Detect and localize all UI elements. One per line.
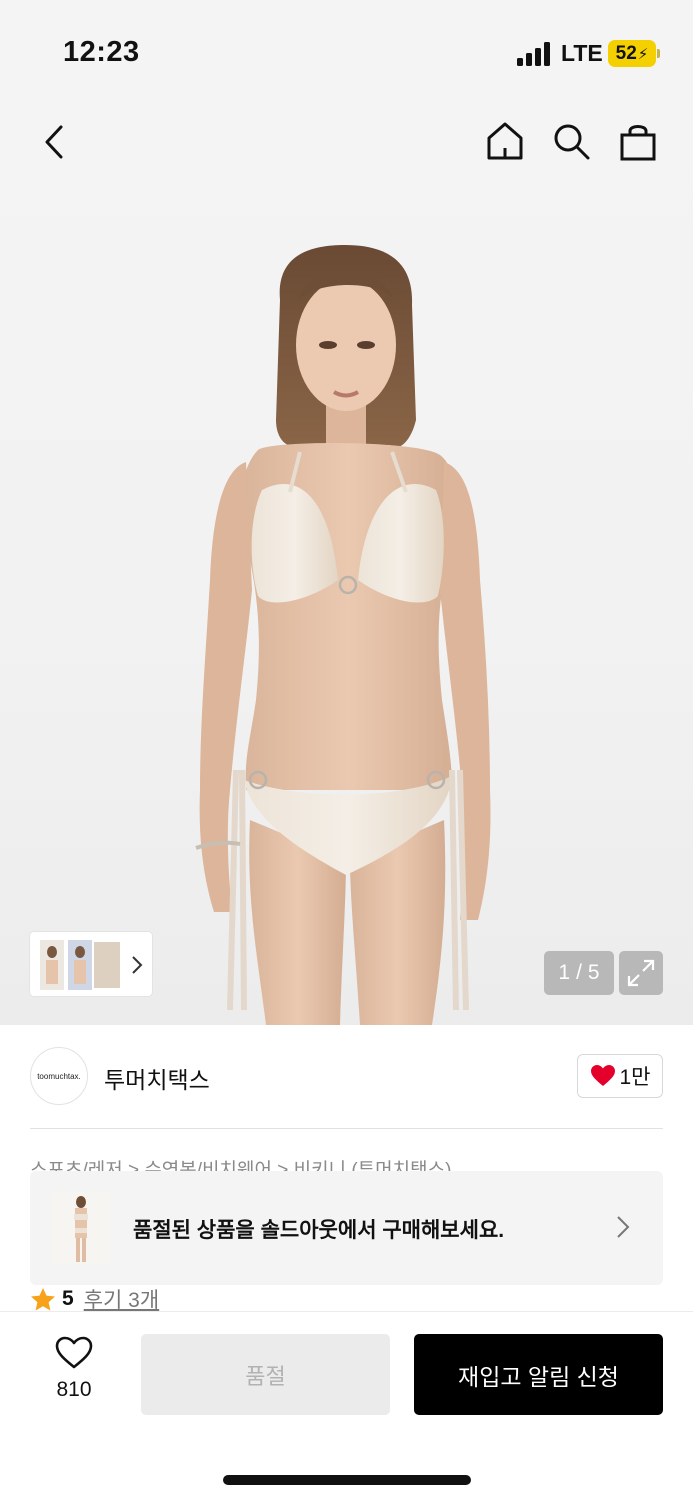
soldout-banner-text: 품절된 상품을 솔드아웃에서 구매해보세요. [133, 1219, 505, 1242]
brand-logo[interactable]: toomuchtax. [30, 1047, 88, 1105]
battery-icon: 52 ⚡ [608, 40, 656, 67]
battery-level: 52 [615, 42, 637, 64]
total-pages: 5 [587, 961, 600, 984]
chevron-right-icon [132, 956, 143, 974]
soldout-button: 품절 [141, 1334, 390, 1415]
soldout-product-thumbnail [52, 1192, 110, 1264]
divider [30, 1128, 663, 1129]
page-separator: / [576, 961, 582, 984]
rating-row: 5 후기 3개 [30, 1284, 159, 1314]
chevron-right-icon [617, 1216, 630, 1238]
network-label: LTE [561, 40, 603, 66]
current-page: 1 [558, 961, 571, 984]
thumbnail-strip[interactable] [30, 932, 152, 996]
wishlist-button[interactable]: 810 [44, 1336, 104, 1402]
image-counter: 1 / 5 [544, 951, 614, 995]
rating-score: 5 [62, 1287, 74, 1310]
home-indicator [223, 1475, 471, 1485]
back-arrow-icon [45, 125, 63, 159]
product-image-gallery[interactable]: 12:23 LTE 52 ⚡ 1 / 5 [0, 0, 693, 1025]
back-button[interactable] [32, 120, 76, 164]
bottom-action-bar: 810 품절 재입고 알림 신청 [0, 1311, 693, 1500]
status-bar: 12:23 LTE 52 ⚡ [0, 0, 693, 100]
brand-like-count: 1만 [619, 1066, 651, 1089]
signal-icon [517, 42, 553, 66]
heart-outline-icon [55, 1336, 93, 1369]
cart-button[interactable] [615, 118, 661, 164]
search-icon [554, 124, 590, 160]
review-link[interactable]: 후기 3개 [84, 1284, 159, 1314]
brand-like-button[interactable]: 1만 [577, 1054, 663, 1098]
soldout-banner[interactable]: 품절된 상품을 솔드아웃에서 구매해보세요. [30, 1171, 663, 1285]
shopping-bag-icon [620, 125, 656, 161]
home-button[interactable] [482, 118, 528, 164]
expand-button[interactable] [619, 951, 663, 995]
status-time: 12:23 [63, 36, 140, 68]
star-icon [31, 1287, 55, 1310]
wishlist-count: 810 [56, 1378, 92, 1401]
brand-logo-text: toomuchtax. [37, 1071, 81, 1081]
brand-name[interactable]: 투머치택스 [104, 1061, 210, 1095]
home-icon [487, 122, 523, 160]
battery-tip [657, 49, 660, 58]
restock-alert-button[interactable]: 재입고 알림 신청 [414, 1334, 663, 1415]
heart-icon [590, 1065, 615, 1086]
search-button[interactable] [548, 118, 594, 164]
expand-icon [627, 959, 655, 987]
